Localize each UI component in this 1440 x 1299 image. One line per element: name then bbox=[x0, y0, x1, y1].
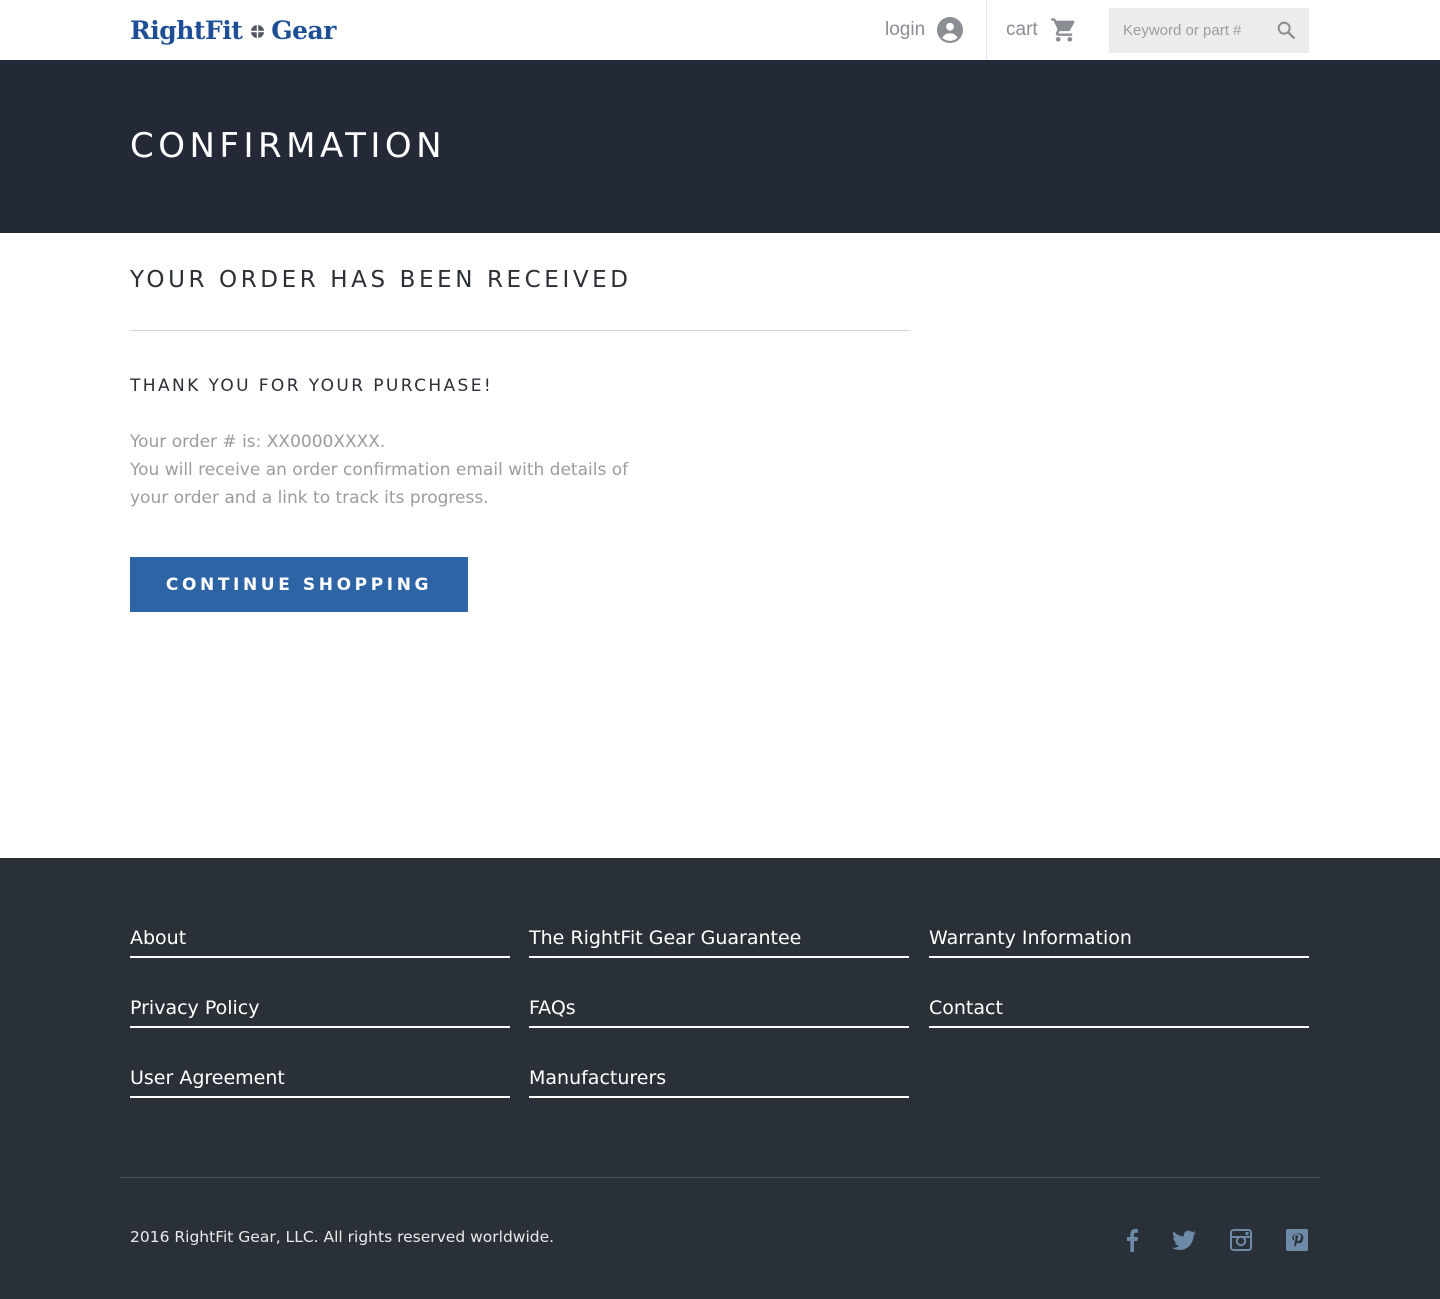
shopping-cart-icon bbox=[1050, 18, 1075, 42]
footer-divider bbox=[120, 1177, 1320, 1178]
user-account-icon bbox=[937, 17, 964, 43]
site-footer: About The RightFit Gear Guarantee Warran… bbox=[0, 858, 1440, 1299]
instagram-icon[interactable] bbox=[1228, 1227, 1254, 1253]
order-received-heading: YOUR ORDER HAS BEEN RECEIVED bbox=[130, 267, 632, 293]
search-input[interactable] bbox=[1123, 22, 1273, 39]
footer-link-contact[interactable]: Contact bbox=[929, 986, 1309, 1028]
logo-text-left: RightFit bbox=[130, 15, 243, 45]
footer-link-guarantee[interactable]: The RightFit Gear Guarantee bbox=[529, 916, 909, 958]
page-title: CONFIRMATION bbox=[130, 126, 447, 166]
section-divider bbox=[130, 330, 910, 331]
pinterest-icon[interactable] bbox=[1284, 1227, 1310, 1253]
thank-you-heading: THANK YOU FOR YOUR PURCHASE! bbox=[130, 376, 494, 396]
page-hero: CONFIRMATION bbox=[0, 60, 1440, 233]
footer-link-user-agreement[interactable]: User Agreement bbox=[130, 1056, 510, 1098]
copyright-text: 2016 RightFit Gear, LLC. All rights rese… bbox=[130, 1228, 555, 1246]
login-link[interactable]: login bbox=[885, 14, 964, 46]
header-divider bbox=[986, 0, 987, 60]
logo-crosshair-icon bbox=[251, 24, 265, 39]
confirmation-email-text: You will receive an order confirmation e… bbox=[130, 460, 629, 508]
site-header: RightFit Gear login cart bbox=[0, 0, 1440, 60]
cart-label: cart bbox=[1006, 19, 1038, 40]
site-logo[interactable]: RightFit Gear bbox=[130, 13, 336, 47]
footer-link-warranty[interactable]: Warranty Information bbox=[929, 916, 1309, 958]
footer-link-privacy[interactable]: Privacy Policy bbox=[130, 986, 510, 1028]
twitter-icon[interactable] bbox=[1171, 1227, 1197, 1253]
order-number-text: Your order # is: XX0000XXXX. bbox=[130, 432, 386, 452]
facebook-icon[interactable] bbox=[1119, 1227, 1145, 1253]
footer-link-about[interactable]: About bbox=[130, 916, 510, 958]
cart-link[interactable]: cart bbox=[1006, 14, 1078, 46]
continue-shopping-button[interactable]: CONTINUE SHOPPING bbox=[130, 557, 468, 612]
search-box bbox=[1109, 8, 1309, 53]
footer-link-manufacturers[interactable]: Manufacturers bbox=[529, 1056, 909, 1098]
search-icon[interactable] bbox=[1275, 19, 1297, 41]
footer-link-faqs[interactable]: FAQs bbox=[529, 986, 909, 1028]
logo-text-right: Gear bbox=[271, 15, 336, 45]
login-label: login bbox=[885, 19, 926, 40]
